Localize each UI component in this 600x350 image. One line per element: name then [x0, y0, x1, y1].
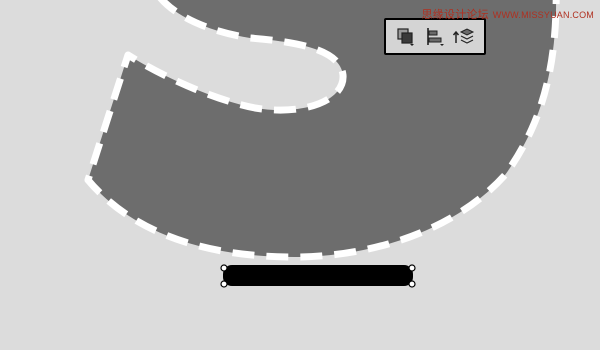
path-operations-button[interactable]	[394, 25, 418, 49]
anchor-handle-top-right[interactable]	[408, 264, 416, 272]
path-alignment-icon	[427, 27, 444, 46]
watermark-url: WWW.MISSYUAN.COM	[492, 10, 594, 20]
document-canvas[interactable]: 思缘设计论坛 WWW.MISSYUAN.COM	[0, 0, 600, 350]
path-arrangement-icon	[452, 27, 474, 44]
anchor-handle-bottom-left[interactable]	[220, 280, 228, 288]
anchor-handle-top-left[interactable]	[220, 264, 228, 272]
watermark-site-name: 思缘设计论坛	[421, 9, 489, 21]
path-alignment-button[interactable]	[423, 25, 447, 49]
canvas-artwork	[84, 0, 560, 288]
selected-rectangle[interactable]	[220, 264, 416, 288]
anchor-handle-bottom-right[interactable]	[408, 280, 416, 288]
path-arrangement-button[interactable]	[452, 25, 476, 49]
path-operations-icon	[397, 27, 415, 46]
path-options-toolbar	[384, 18, 486, 55]
site-watermark: 思缘设计论坛 WWW.MISSYUAN.COM	[422, 6, 594, 22]
